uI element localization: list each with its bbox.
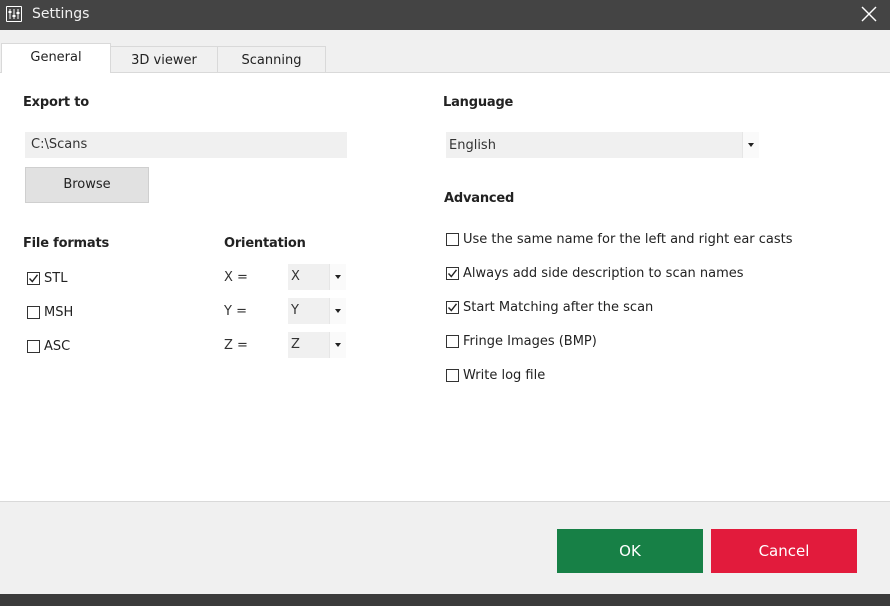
checkbox-label: Fringe Images (BMP) xyxy=(463,333,597,349)
language-select[interactable]: English xyxy=(446,132,759,158)
title-bar: Settings xyxy=(0,0,890,30)
checkmark-icon xyxy=(447,268,458,278)
window-title: Settings xyxy=(32,6,90,22)
checkbox-label: Use the same name for the left and right… xyxy=(463,231,793,247)
axis-y-label: Y = xyxy=(224,304,247,319)
checkbox-msh[interactable]: MSH xyxy=(27,304,73,320)
checkbox-write-log[interactable]: Write log file xyxy=(446,367,545,383)
checkbox-stl[interactable]: STL xyxy=(27,270,67,286)
axis-x-label: X = xyxy=(224,270,248,285)
close-icon[interactable] xyxy=(860,5,878,23)
chevron-down-icon[interactable] xyxy=(329,332,346,358)
general-panel: Export to C:\Scans Browse File formats S… xyxy=(0,72,890,502)
checkbox-box[interactable] xyxy=(446,368,459,382)
axis-z-select[interactable]: Z xyxy=(288,332,346,358)
checkbox-box[interactable] xyxy=(27,339,40,353)
browse-button[interactable]: Browse xyxy=(25,167,149,203)
checkbox-box[interactable] xyxy=(446,334,459,348)
checkbox-box[interactable] xyxy=(446,266,459,280)
checkbox-box[interactable] xyxy=(27,271,40,285)
select-value: Z xyxy=(291,337,300,352)
export-heading: Export to xyxy=(23,95,89,110)
checkbox-asc[interactable]: ASC xyxy=(27,338,70,354)
file-formats-heading: File formats xyxy=(23,236,110,251)
checkbox-side-description[interactable]: Always add side description to scan name… xyxy=(446,265,744,281)
checkbox-box[interactable] xyxy=(446,232,459,246)
checkbox-label: ASC xyxy=(44,338,71,354)
dialog-footer: OK Cancel xyxy=(0,502,890,594)
orientation-heading: Orientation xyxy=(224,236,306,251)
checkbox-box[interactable] xyxy=(27,305,40,319)
tab-3d-viewer[interactable]: 3D viewer xyxy=(110,46,218,73)
checkbox-label: Start Matching after the scan xyxy=(463,299,654,315)
checkbox-label: STL xyxy=(44,270,68,286)
export-path-input[interactable]: C:\Scans xyxy=(25,132,347,158)
settings-window: General 3D viewer Scanning Export to C:\… xyxy=(0,30,890,594)
checkbox-label: MSH xyxy=(44,304,74,320)
select-value: Y xyxy=(291,303,299,318)
cancel-button[interactable]: Cancel xyxy=(711,529,857,573)
axis-z-label: Z = xyxy=(224,338,248,353)
select-value: X xyxy=(291,269,300,284)
checkbox-box[interactable] xyxy=(446,300,459,314)
language-heading: Language xyxy=(443,95,514,110)
chevron-down-icon[interactable] xyxy=(329,264,346,290)
sliders-icon xyxy=(6,6,22,22)
checkbox-same-name[interactable]: Use the same name for the left and right… xyxy=(446,231,793,247)
chevron-down-icon[interactable] xyxy=(329,298,346,324)
ok-button[interactable]: OK xyxy=(557,529,703,573)
close-button[interactable] xyxy=(860,5,878,23)
tab-general[interactable]: General xyxy=(1,43,111,73)
checkbox-fringe-images[interactable]: Fringe Images (BMP) xyxy=(446,333,597,349)
checkmark-icon xyxy=(447,302,458,312)
checkmark-icon xyxy=(28,273,39,283)
checkbox-label: Write log file xyxy=(463,367,546,383)
axis-x-select[interactable]: X xyxy=(288,264,346,290)
axis-y-select[interactable]: Y xyxy=(288,298,346,324)
tab-scanning[interactable]: Scanning xyxy=(217,46,326,73)
advanced-heading: Advanced xyxy=(444,191,515,206)
checkbox-label: Always add side description to scan name… xyxy=(463,265,744,281)
chevron-down-icon[interactable] xyxy=(742,132,759,158)
bottom-border xyxy=(0,594,890,606)
checkbox-start-matching[interactable]: Start Matching after the scan xyxy=(446,299,653,315)
select-value: English xyxy=(449,138,496,153)
